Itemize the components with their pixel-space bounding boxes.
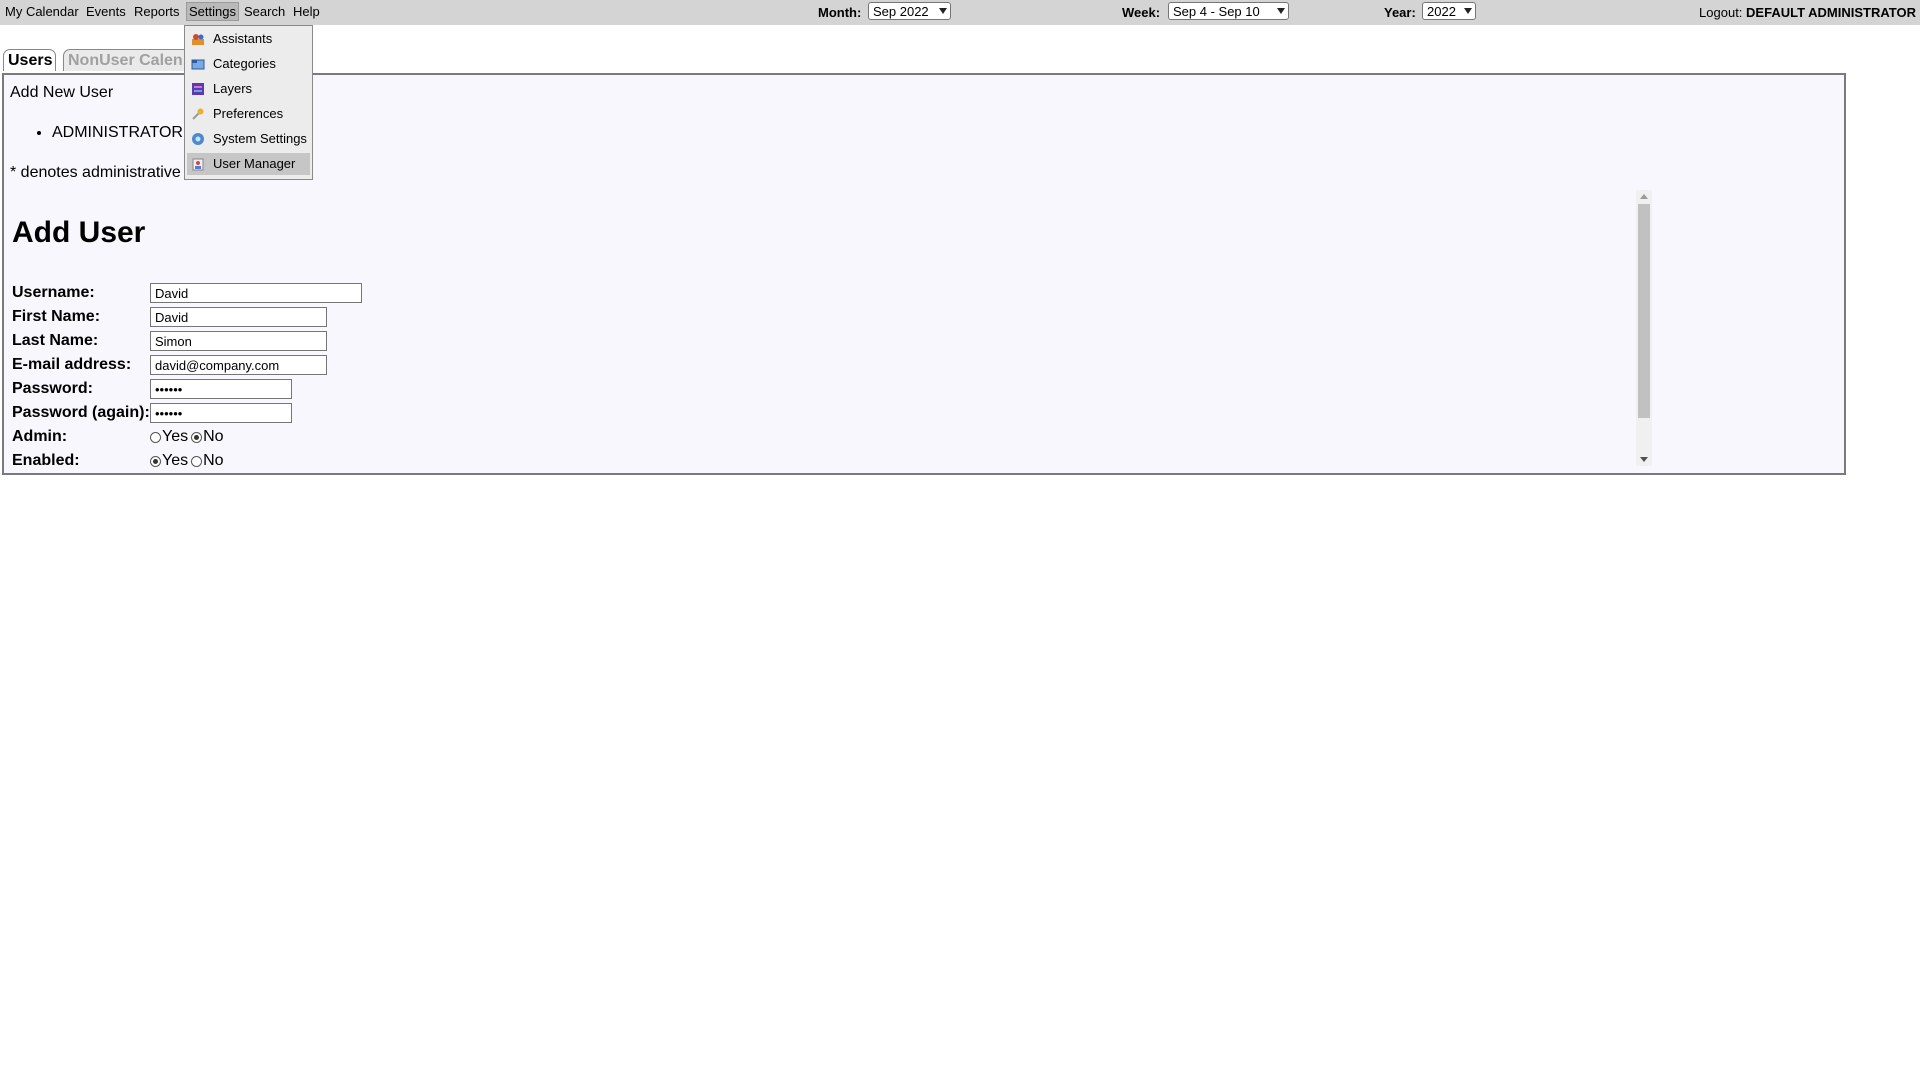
preferences-icon [192, 108, 204, 120]
email-field[interactable] [150, 355, 327, 375]
admin-label: Admin: [12, 428, 68, 445]
user-list: ADMINISTRATOR [30, 124, 183, 142]
chevron-down-icon [1277, 8, 1285, 14]
menu-item-system-settings[interactable]: System Settings [187, 128, 310, 150]
chevron-down-icon [939, 8, 947, 14]
month-select[interactable]: Sep 2022 [868, 2, 951, 20]
menu-search[interactable]: Search [242, 3, 287, 20]
year-label: Year: [1384, 5, 1416, 20]
week-select-value: Sep 4 - Sep 10 [1173, 4, 1260, 19]
password-field[interactable] [150, 379, 292, 399]
categories-icon [191, 59, 205, 70]
lastname-field[interactable] [150, 331, 327, 351]
username-label: Username: [12, 284, 95, 301]
assistants-icon [192, 34, 204, 45]
user-manager-icon [192, 158, 204, 171]
month-label: Month: [818, 5, 862, 20]
week-select[interactable]: Sep 4 - Sep 10 [1168, 2, 1289, 20]
username-field[interactable] [150, 283, 362, 303]
menu-help[interactable]: Help [291, 3, 322, 20]
tab-users[interactable]: Users [3, 49, 56, 71]
logout-user[interactable]: DEFAULT ADMINISTRATOR [1746, 5, 1916, 20]
add-new-user-link[interactable]: Add New User [10, 84, 113, 102]
top-menubar: My Calendar Events Reports Settings Sear… [0, 0, 1920, 25]
enabled-radio-group: Yes No [150, 452, 224, 470]
scroll-up-icon[interactable] [1640, 194, 1648, 199]
menu-settings[interactable]: Settings [186, 2, 239, 21]
menu-item-label: Categories [213, 56, 276, 71]
password-again-label: Password (again): [12, 404, 150, 421]
password-again-field[interactable] [150, 403, 292, 423]
menu-item-categories[interactable]: Categories [187, 53, 310, 75]
system-settings-icon [192, 133, 204, 145]
list-item[interactable]: ADMINISTRATOR [52, 124, 183, 142]
enabled-yes-radio[interactable] [150, 455, 161, 467]
menu-item-label: System Settings [213, 131, 307, 146]
year-select-value: 2022 [1427, 4, 1456, 19]
week-label: Week: [1122, 5, 1161, 20]
layers-icon [192, 83, 204, 95]
form-scrollbar[interactable] [1636, 190, 1652, 466]
chevron-down-icon [1464, 8, 1472, 14]
menu-reports[interactable]: Reports [132, 3, 182, 20]
password-label: Password: [12, 380, 93, 397]
enabled-no-radio[interactable] [191, 455, 203, 467]
settings-dropdown-menu: Assistants Categories Layers Preferences… [184, 25, 313, 180]
menu-item-label: Assistants [213, 31, 273, 46]
enabled-label: Enabled: [12, 452, 80, 469]
enabled-yes-label: Yes [162, 452, 189, 469]
tab-nonuser-calendars[interactable]: NonUser Calen [63, 49, 193, 71]
menu-item-assistants[interactable]: Assistants [187, 28, 310, 50]
firstname-label: First Name: [12, 308, 101, 325]
menu-item-label: User Manager [213, 156, 296, 171]
admin-radio-group: Yes No [150, 428, 224, 446]
firstname-field[interactable] [150, 307, 327, 327]
page-title: Add User [12, 216, 146, 249]
year-select[interactable]: 2022 [1422, 2, 1476, 20]
menu-item-layers[interactable]: Layers [187, 78, 310, 100]
admin-yes-radio[interactable] [150, 431, 161, 443]
lastname-label: Last Name: [12, 332, 99, 349]
email-label: E-mail address: [12, 356, 132, 373]
admin-yes-label: Yes [162, 428, 189, 445]
menu-events[interactable]: Events [84, 3, 128, 20]
menu-item-label: Layers [213, 81, 253, 96]
menu-my-calendar[interactable]: My Calendar [3, 3, 81, 20]
logout-area[interactable]: Logout: DEFAULT ADMINISTRATOR [1699, 5, 1916, 20]
menu-item-label: Preferences [213, 106, 284, 121]
admin-no-radio[interactable] [191, 431, 203, 443]
admin-no-label: No [203, 428, 224, 445]
month-select-value: Sep 2022 [873, 4, 929, 19]
logout-label: Logout: [1699, 5, 1743, 20]
scroll-thumb[interactable] [1638, 204, 1650, 418]
scroll-down-icon[interactable] [1640, 457, 1648, 462]
menu-item-user-manager[interactable]: User Manager [187, 153, 310, 175]
enabled-no-label: No [203, 452, 224, 469]
menu-item-preferences[interactable]: Preferences [187, 103, 310, 125]
